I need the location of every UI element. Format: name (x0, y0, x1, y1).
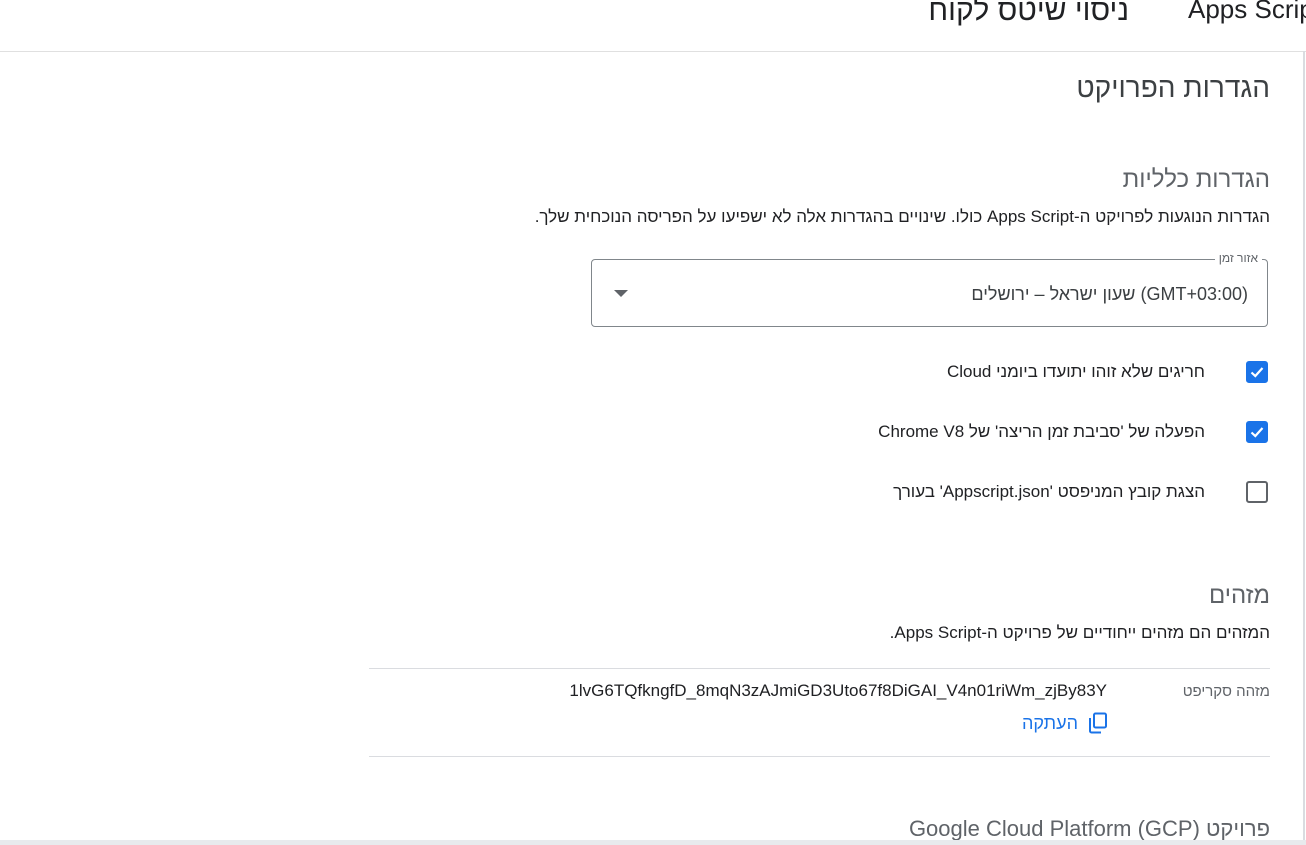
script-id-label: מזהה סקריפט (1182, 683, 1270, 700)
timezone-value: (GMT+03:00) שעון ישראל – ירושלים (971, 284, 1248, 304)
script-id-value: 1lvG6TQfkngfD_8mqN3zAJmiGD3Uto67f8DiGAI_… (569, 681, 1107, 700)
checkmark-icon (1250, 427, 1264, 438)
settings-page: ניסוי שיטס לקוח Apps Script הגדרות הפרוי… (0, 0, 1306, 845)
divider (369, 756, 1270, 757)
page-title: הגדרות הפרויקט (1076, 72, 1270, 103)
copy-button[interactable]: העתקה (1022, 710, 1108, 736)
dropdown-arrow-icon (614, 290, 628, 297)
copy-icon (1089, 712, 1107, 734)
copy-button-label: העתקה (1022, 712, 1078, 733)
checkmark-icon (1250, 367, 1264, 378)
checkbox-log-exceptions[interactable] (1246, 361, 1268, 383)
checkbox-v8-runtime-label: הפעלה של 'סביבת זמן הריצה' של Chrome V8 (878, 422, 1205, 441)
general-settings-title: הגדרות כלליות (1122, 166, 1270, 193)
checkbox-v8-runtime[interactable] (1246, 421, 1268, 443)
scrollbar-track[interactable] (1303, 51, 1305, 845)
timezone-select[interactable]: אזור זמן (GMT+03:00) שעון ישראל – ירושלי… (591, 251, 1268, 327)
ids-description: המזהים הם מזהים ייחודיים של פרויקט ה-App… (889, 623, 1270, 642)
general-settings-description: הגדרות הנוגעות לפרויקט ה-Apps Script כול… (534, 207, 1270, 226)
horizontal-scrollbar[interactable] (0, 840, 1306, 845)
ids-title: מזהים (1208, 582, 1270, 609)
app-name[interactable]: Apps Script (1188, 0, 1306, 25)
checkbox-show-manifest-label: הצגת קובץ המניפסט 'Appscript.json' בעורך (893, 482, 1205, 501)
gcp-project-title: פרויקט Google Cloud Platform (GCP) (908, 816, 1270, 841)
checkbox-log-exceptions-label: חריגים שלא זוהו יתועדו ביומני Cloud (946, 362, 1205, 381)
timezone-label: אזור זמן (1214, 251, 1262, 265)
checkbox-show-manifest[interactable] (1246, 481, 1268, 503)
top-bar: ניסוי שיטס לקוח Apps Script (0, 0, 1306, 52)
project-name[interactable]: ניסוי שיטס לקוח (928, 0, 1129, 28)
divider (369, 668, 1270, 669)
